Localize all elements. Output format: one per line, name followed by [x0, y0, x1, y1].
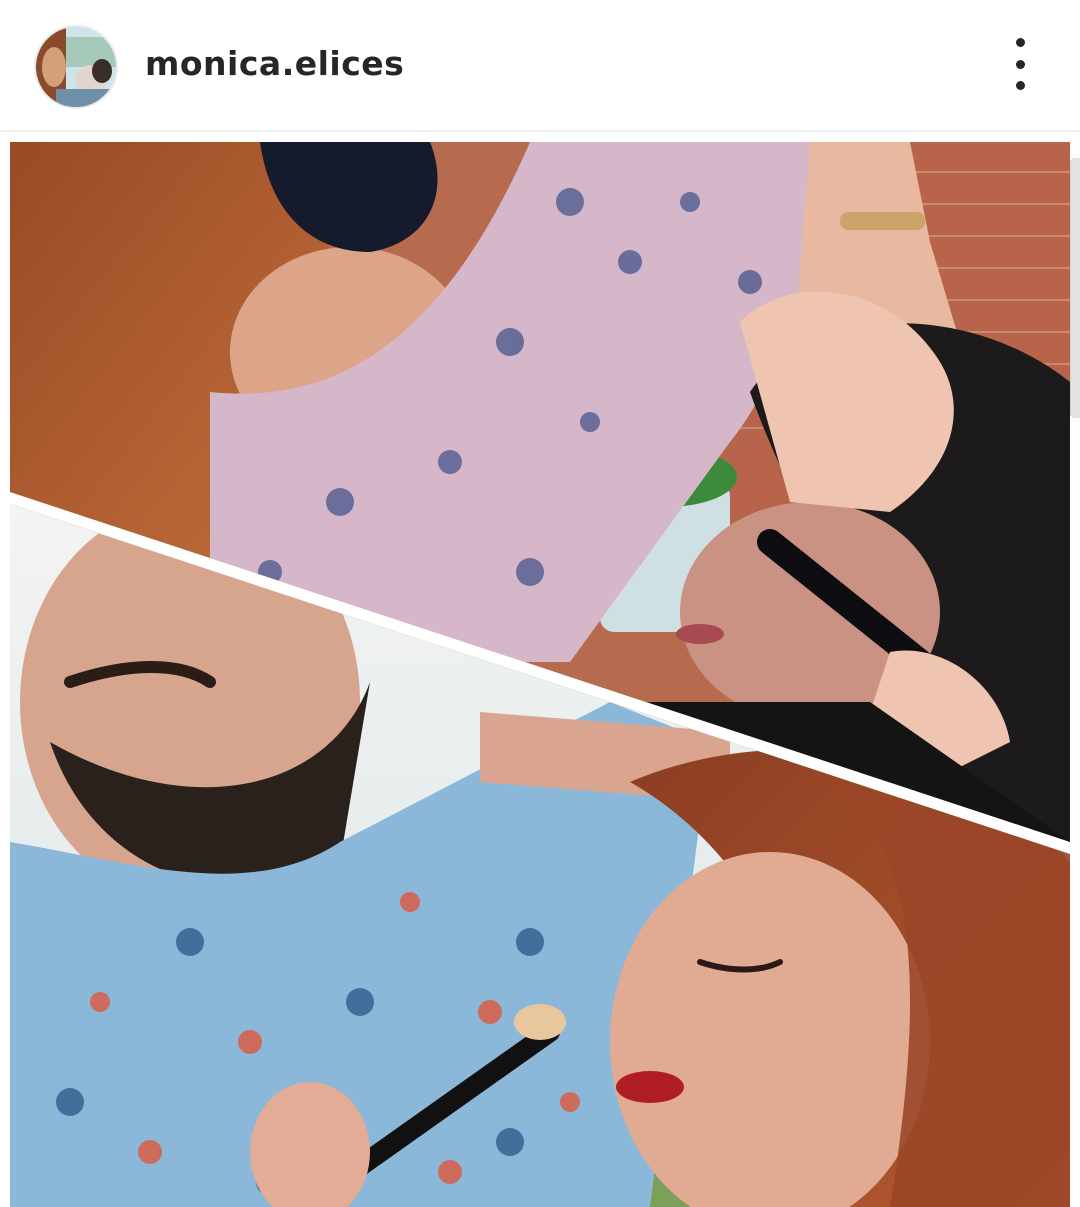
- user-avatar[interactable]: [36, 27, 116, 107]
- more-vertical-icon: [1015, 38, 1025, 47]
- username-link[interactable]: monica.elices: [145, 44, 404, 83]
- collage-photo: [10, 142, 1070, 1207]
- post-image[interactable]: [10, 142, 1070, 1207]
- more-vertical-icon-dot-3: [1015, 81, 1025, 90]
- post-header: monica.elices: [0, 0, 1080, 132]
- scrollbar[interactable]: [1070, 158, 1080, 418]
- instagram-post: monica.elices: [0, 0, 1080, 1207]
- avatar-image: [36, 27, 116, 107]
- more-options-button[interactable]: [1000, 38, 1040, 90]
- more-vertical-icon-dot-2: [1015, 59, 1025, 69]
